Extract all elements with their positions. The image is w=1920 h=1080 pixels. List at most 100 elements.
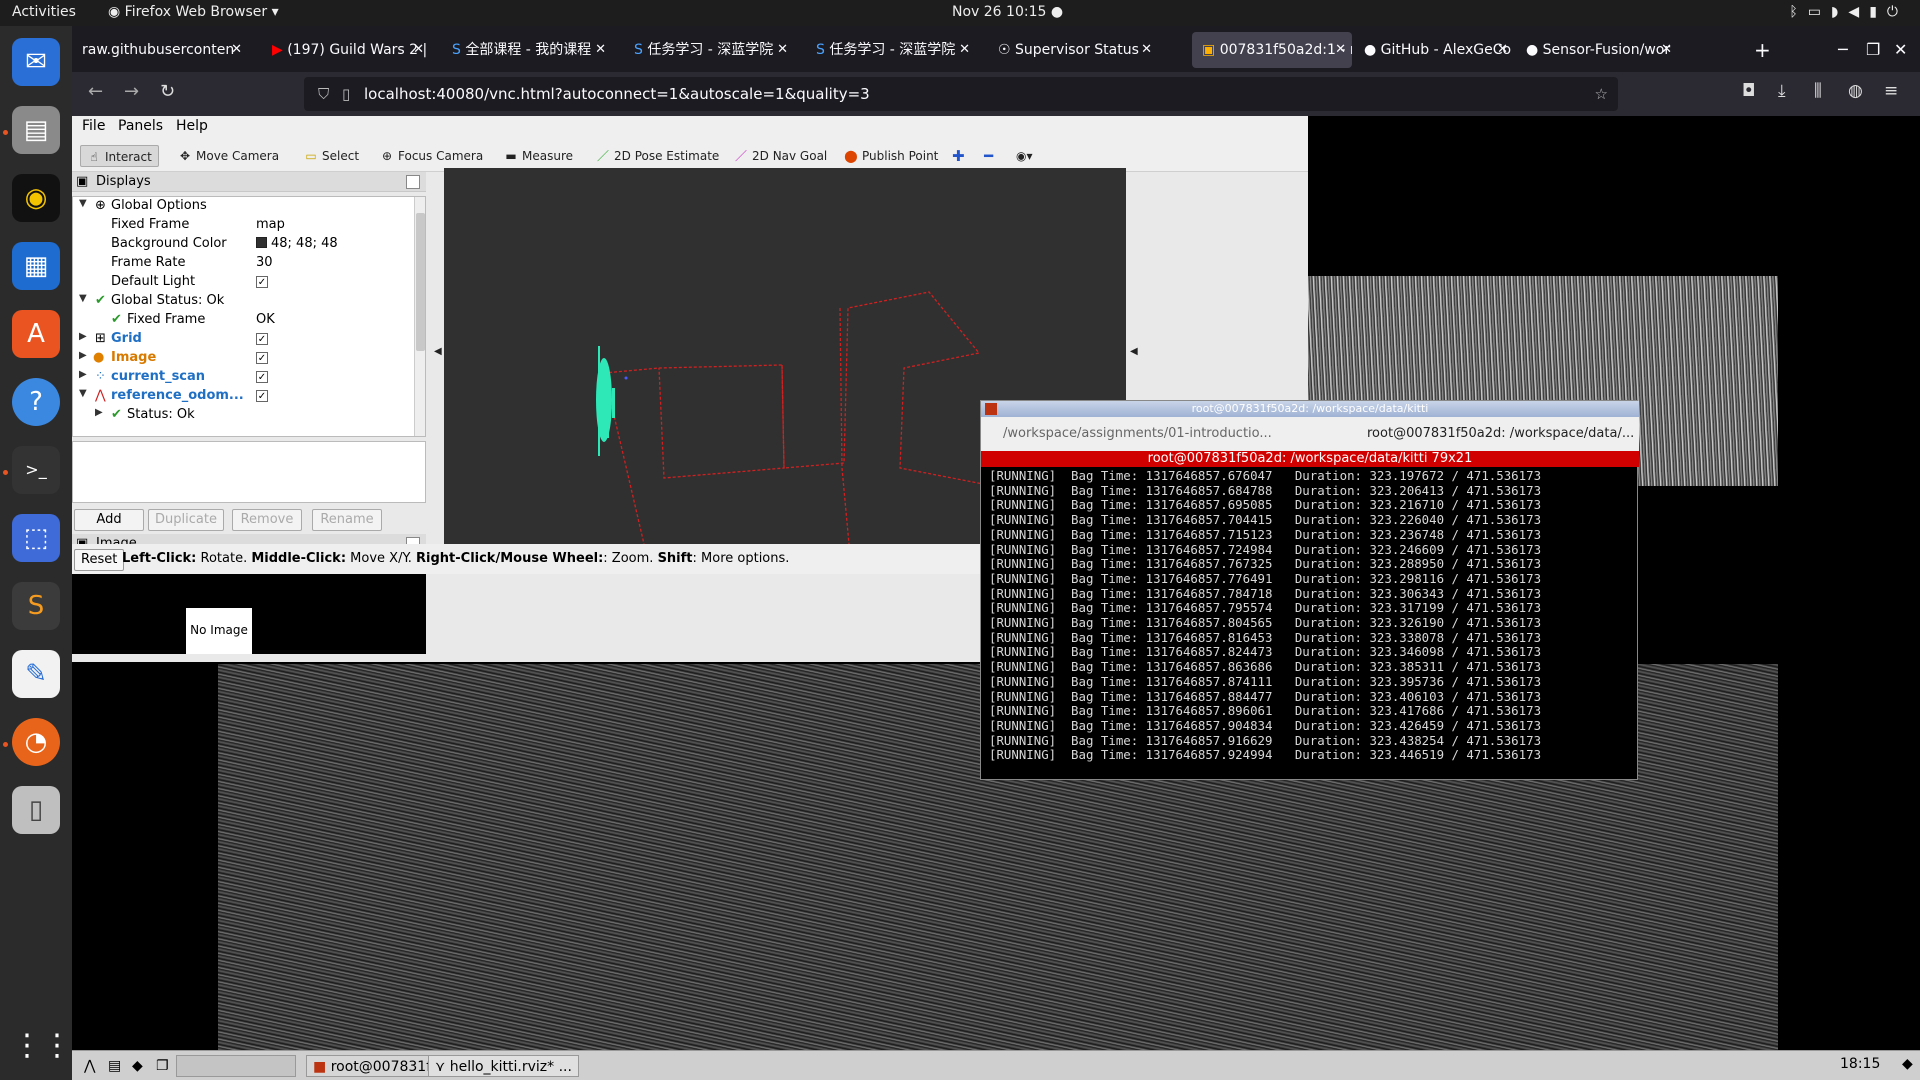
grid-checkbox[interactable]: ✓ (256, 331, 268, 346)
rename-button[interactable]: Rename (312, 509, 382, 531)
close-icon[interactable]: ✕ (413, 32, 424, 68)
text-editor-icon[interactable]: ✎ (12, 650, 60, 698)
downloads-icon[interactable]: ⤓ (1778, 81, 1786, 101)
windows-icon[interactable]: ❐ (150, 1055, 175, 1077)
tree-row-image[interactable]: ▶ ● Image ✓ (73, 349, 413, 368)
tab-supervisor-status[interactable]: ☉ Supervisor Status ✕ (988, 32, 1158, 68)
thunderbird-icon[interactable]: ✉ (12, 38, 60, 86)
tool-focus-camera[interactable]: ⊕ Focus Camera (374, 145, 489, 167)
tree-row-fixed-frame[interactable]: Fixed Frame map (73, 216, 413, 235)
remove-tool-icon[interactable]: ━ (978, 145, 999, 167)
terminal-window[interactable]: root@007831f50a2d: /workspace/data/kitti… (980, 400, 1639, 780)
sublime-icon[interactable]: S (12, 582, 60, 630)
tree-row-background-color[interactable]: Background Color 48; 48; 48 (73, 235, 413, 254)
collapse-right-icon[interactable]: ◀ (1130, 346, 1138, 357)
remove-button[interactable]: Remove (232, 509, 302, 531)
tool-interact[interactable]: ☝ Interact (80, 145, 159, 167)
tree-row-global-options[interactable]: ▼ ⊕ Global Options (73, 197, 413, 216)
default-light-checkbox[interactable]: ✓ (256, 274, 268, 289)
expand-arrow-icon[interactable]: ▼ (79, 293, 87, 304)
help-icon[interactable]: ? (12, 378, 60, 426)
image-checkbox[interactable]: ✓ (256, 350, 268, 365)
screenshot-icon[interactable]: ⬚ (12, 514, 60, 562)
close-icon[interactable]: ✕ (959, 32, 970, 68)
file-manager-icon[interactable]: ▤ (102, 1055, 127, 1077)
expand-arrow-icon[interactable]: ▶ (79, 350, 87, 361)
extension-icon[interactable]: ◍ (1848, 81, 1863, 101)
restore-icon[interactable]: ❐ (1866, 32, 1880, 68)
tool-publish-point[interactable]: ⬤ Publish Point (838, 145, 944, 167)
start-icon[interactable]: ⋀ (78, 1055, 101, 1077)
software-icon[interactable]: A (12, 310, 60, 358)
terminal-title-bar[interactable]: root@007831f50a2d: /workspace/data/kitti (981, 401, 1639, 417)
workspace-switcher[interactable] (176, 1055, 296, 1077)
tree-row-global-status[interactable]: ▼ ✔ Global Status: Ok (73, 292, 413, 311)
tool-select[interactable]: ▭ Select (298, 145, 365, 167)
tree-row-status-fixed-frame[interactable]: ✔ Fixed Frame OK (73, 311, 413, 330)
tree-row-default-light[interactable]: Default Light ✓ (73, 273, 413, 292)
fixed-frame-value[interactable]: map (256, 217, 285, 232)
tab-youtube[interactable]: ▶ (197) Guild Wars 2 | ✕ (262, 32, 430, 68)
activities-button[interactable]: Activities (12, 4, 76, 20)
menu-icon[interactable]: ≡ (1884, 81, 1898, 101)
terminal-output[interactable]: [RUNNING] Bag Time: 1317646857.676047 Du… (989, 468, 1629, 763)
app-grid-icon[interactable]: ⋮⋮ (12, 1022, 72, 1070)
tool-2d-nav-goal[interactable]: ／ 2D Nav Goal (728, 145, 833, 167)
panel-close-box[interactable] (406, 175, 420, 189)
url-bar[interactable]: ⛉ ▯ localhost:40080/vnc.html?autoconnect… (304, 77, 1618, 111)
collapse-left-icon[interactable]: ◀ (434, 346, 442, 357)
rhythmbox-icon[interactable]: ◉ (12, 174, 60, 222)
close-icon[interactable]: ✕ (1661, 32, 1672, 68)
app-icon[interactable]: ◆ (126, 1055, 149, 1077)
tab-sensor-fusion[interactable]: ● Sensor-Fusion/wor ✕ (1516, 32, 1678, 68)
back-icon[interactable]: ← (88, 81, 103, 102)
add-display-button[interactable]: Add (74, 509, 144, 531)
scrollbar-thumb[interactable] (416, 213, 425, 351)
reset-button[interactable]: Reset (74, 549, 125, 571)
taskbar-rviz[interactable]: ⋎ hello_kitti.rviz* ... (428, 1055, 579, 1077)
tool-move-camera[interactable]: ✥ Move Camera (172, 145, 285, 167)
tab-course-list[interactable]: S 全部课程 - 我的课程 ✕ (442, 32, 612, 68)
app-menu[interactable]: ◉ Firefox Web Browser ▾ (108, 4, 279, 20)
tree-row-status-ok[interactable]: ▶ ✔ Status: Ok (73, 406, 413, 425)
expand-arrow-icon[interactable]: ▶ (95, 407, 103, 418)
close-icon[interactable]: ✕ (595, 32, 606, 68)
tool-2d-pose-estimate[interactable]: ／ 2D Pose Estimate (590, 145, 725, 167)
frame-rate-value[interactable]: 30 (256, 255, 273, 270)
pocket-icon[interactable]: ◘ (1742, 81, 1755, 101)
menu-file[interactable]: File (82, 118, 105, 134)
vnc-canvas[interactable]: File Panels Help ☝ Interact ✥ Move Camera … (72, 116, 1920, 1080)
close-icon[interactable]: ✕ (777, 32, 788, 68)
writer-icon[interactable]: ▦ (12, 242, 60, 290)
usb-icon[interactable]: ▯ (12, 786, 60, 834)
bookmark-star-icon[interactable]: ☆ (1595, 77, 1608, 111)
camera-view-icon[interactable]: ◉▾ (1010, 145, 1039, 167)
expand-arrow-icon[interactable]: ▼ (79, 198, 87, 209)
tree-row-reference-odom[interactable]: ▼ ⋀ reference_odom... ✓ (73, 387, 413, 406)
bg-color-value[interactable]: 48; 48; 48 (256, 236, 338, 251)
tree-row-current-scan[interactable]: ▶ ⁘ current_scan ✓ (73, 368, 413, 387)
tree-row-frame-rate[interactable]: Frame Rate 30 (73, 254, 413, 273)
terminal-icon[interactable]: >_ (12, 446, 60, 494)
reload-icon[interactable]: ↻ (160, 81, 175, 102)
terminal-tab-1[interactable]: /workspace/assignments/01-introductio... (1003, 426, 1272, 441)
tab-raw-github[interactable]: raw.githubuserconten ✕ (72, 32, 248, 68)
minimize-icon[interactable]: ─ (1838, 32, 1848, 68)
new-tab-button[interactable]: + (1754, 32, 1771, 68)
system-tray[interactable]: ᛒ▭◗◀▮⏻ (1789, 4, 1908, 20)
tray-icon[interactable]: ◆ (1902, 1056, 1913, 1072)
expand-arrow-icon[interactable]: ▼ (79, 388, 87, 399)
library-icon[interactable]: ⫼ (1814, 81, 1822, 101)
forward-icon[interactable]: → (124, 81, 139, 102)
tab-task-study-1[interactable]: S 任务学习 - 深蓝学院 ✕ (624, 32, 794, 68)
tool-measure[interactable]: ▬ Measure (498, 145, 579, 167)
tab-task-study-2[interactable]: S 任务学习 - 深蓝学院 ✕ (806, 32, 976, 68)
add-tool-icon[interactable]: ✚ (946, 145, 971, 167)
close-window-icon[interactable]: ✕ (1894, 32, 1907, 68)
duplicate-button[interactable]: Duplicate (148, 509, 224, 531)
close-icon[interactable]: ✕ (1141, 32, 1152, 68)
terminal-tab-2[interactable]: root@007831f50a2d: /workspace/data/... (1367, 426, 1634, 441)
tree-scrollbar[interactable] (414, 197, 425, 436)
close-icon[interactable]: ✕ (1335, 32, 1346, 68)
menu-help[interactable]: Help (176, 118, 208, 134)
